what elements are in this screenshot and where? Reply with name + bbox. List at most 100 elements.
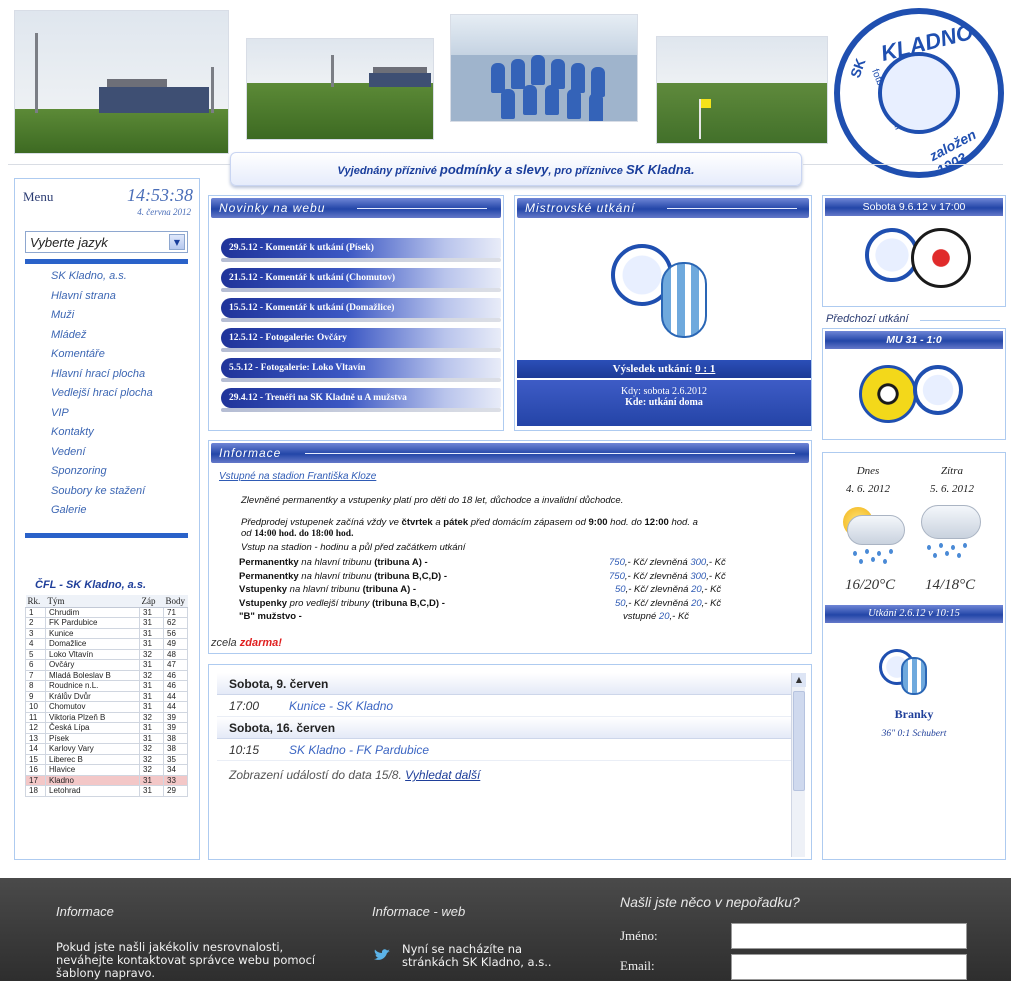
team-cell: Kladno [45,774,140,786]
rank-cell: 17 [25,774,46,786]
footer-web-text: Nyní se nacházíte na stránkách SK Kladno… [402,942,552,969]
header: KLADNO SK fotbalový oddíl založen 1903 V… [0,0,1011,190]
event-time: 10:15 [229,743,260,757]
menu-item-sk-kladno[interactable]: SK Kladno, a.s. [51,267,153,287]
goals-list: 36" 0:1 Schubert [881,729,947,739]
divider [25,259,188,264]
rank-cell: 7 [25,669,46,681]
team-cell: FK Pardubice [45,617,140,629]
points-cell: 48 [163,648,188,660]
match-panel: Mistrovské utkání Výsledek utkání: 0 : 1… [514,195,812,431]
league-row: 14 Karlovy Vary 32 38 [25,743,188,755]
news-item[interactable]: 29.4.12 - Trenéři na SK Kladně u A mužst… [221,388,501,408]
menu-title: Menu [23,189,54,204]
sk-kladno-crest-icon[interactable] [913,365,963,415]
club-logo[interactable]: KLADNO SK fotbalový oddíl založen 1903 [834,8,1004,178]
promo-banner[interactable]: Vyjednány příznivé podmínky a slevy, pro… [230,152,802,186]
league-row: 1 Chrudim 31 71 [25,606,188,618]
kunice-crest-icon[interactable] [911,228,971,288]
event-title[interactable]: SK Kladno - FK Pardubice [289,739,429,761]
points-cell: 71 [163,606,188,618]
played-cell: 31 [139,785,164,797]
scroll-up-icon[interactable]: ▲ [792,673,806,687]
result-value[interactable]: 0 : 1 [695,363,715,375]
menu-item-sponsoring[interactable]: Sponzoring [51,462,153,482]
name-field[interactable] [731,923,967,949]
presale-f: 9:00 [588,517,608,528]
menu-item-downloads[interactable]: Soubory ke stažení [51,482,153,502]
league-table-widget: ČFL - SK Kladno, a.s. Rk. Tým Záp Body 1… [25,579,188,797]
price-row: Vstupenky pro vedlejší tribuny (tribuna … [239,598,759,609]
news-item[interactable]: 21.5.12 - Komentář k utkání (Chomutov) [221,268,501,288]
menu-item-home[interactable]: Hlavní strana [51,287,153,307]
search-more-link[interactable]: Vyhledat další [405,768,480,782]
b-team-price-unit: ,- Kč [669,611,690,622]
team-cell: Liberec B [45,753,140,765]
event-title[interactable]: Kunice - SK Kladno [289,695,393,717]
menu-item-vip[interactable]: VIP [51,404,153,424]
league-title: ČFL - SK Kladno, a.s. [35,579,147,591]
scroll-thumb[interactable] [793,691,805,791]
info-panel: Informace Vstupné na stadion Františka K… [208,440,812,654]
price-discount: 300 [690,570,707,582]
calendar-event[interactable]: 10:15 SK Kladno - FK Pardubice [217,739,791,761]
points-cell: 49 [163,638,188,650]
b-team-price-value: 20 [658,611,670,622]
menu-item-main-pitch[interactable]: Hlavní hrací plocha [51,365,153,385]
played-cell: 31 [139,722,164,734]
menu-item-contacts[interactable]: Kontakty [51,423,153,443]
menu-item-side-pitch[interactable]: Vedlejší hrací plocha [51,384,153,404]
price-row: Permanentky na hlavní tribunu (tribuna B… [239,571,759,582]
price-values: 750,- Kč/ zlevněná 300,- Kč [609,557,799,568]
points-cell: 44 [163,690,188,702]
language-select[interactable]: Vyberte jazyk ▼ [25,231,188,253]
points-cell: 56 [163,627,188,639]
calendar-date-header: Sobota, 9. červen [217,673,791,695]
stadium-photo-2 [246,38,434,140]
news-item[interactable]: 12.5.12 - Fotogalerie: Ovčáry [221,328,501,348]
team-cell: Ovčáry [45,659,140,671]
calendar-event[interactable]: 17:00 Kunice - SK Kladno [217,695,791,717]
previous-match-title: MU 31 - 1:0 [825,331,1003,349]
email-field[interactable] [731,954,967,980]
menu-item-gallery[interactable]: Galerie [51,501,153,521]
news-item-shadow [221,378,501,382]
discount-info: Zlevněné permanentky a vstupenky platí p… [241,495,624,506]
team-cell: Karlovy Vary [45,743,140,755]
stadium-photo-1 [14,10,229,154]
chevron-down-icon[interactable]: ▼ [169,234,185,250]
rank-cell: 16 [25,764,46,776]
price-discount: 20 [691,597,702,609]
twitter-bird-icon[interactable] [373,948,391,962]
league-row: 12 Česká Lípa 31 39 [25,722,188,734]
fkmb-crest-icon[interactable] [661,262,707,338]
menu-item-youth[interactable]: Mládež [51,326,153,346]
price-label-italic: pro vedlejší tribuny [287,597,373,609]
presale-k: 14:00 hod. do 18:00 hod. [254,529,354,539]
news-item[interactable]: 5.5.12 - Fotogalerie: Loko Vltavín [221,358,501,378]
rank-cell: 9 [25,690,46,702]
fc-pisek-crest-icon[interactable] [859,365,917,423]
menu-item-comments[interactable]: Komentáře [51,345,153,365]
footer-web-title: Informace - web [372,904,466,919]
price-values: 50,- Kč/ zlevněná 20,- Kč [615,598,805,609]
news-item[interactable]: 15.5.12 - Komentář k utkání (Domažlice) [221,298,501,318]
news-item[interactable]: 29.5.12 - Komentář k utkání (Písek) [221,238,501,258]
price-unit: ,- Kč/ zlevněná [624,557,691,568]
presale-i: hod. a [668,517,698,528]
menu-item-management[interactable]: Vedení [51,443,153,463]
stadium-entry-link[interactable]: Vstupné na stadion Františka Kloze [219,471,376,482]
price-values: 50,- Kč/ zlevněná 20,- Kč [615,584,805,595]
col-played: Záp [139,595,164,608]
col-team: Tým [45,595,140,608]
price-row: Permanentky na hlavní tribunu (tribuna A… [239,557,759,568]
played-cell: 31 [139,617,164,629]
fkmb-crest-icon[interactable] [901,657,927,695]
menu-item-men[interactable]: Muži [51,306,153,326]
points-cell: 29 [163,785,188,797]
info-header: Informace [211,443,809,463]
rank-cell: 8 [25,680,46,692]
price-label-bold: Permanentky [239,570,299,582]
calendar-scrollbar[interactable]: ▲ [791,673,806,857]
played-cell: 32 [139,743,164,755]
